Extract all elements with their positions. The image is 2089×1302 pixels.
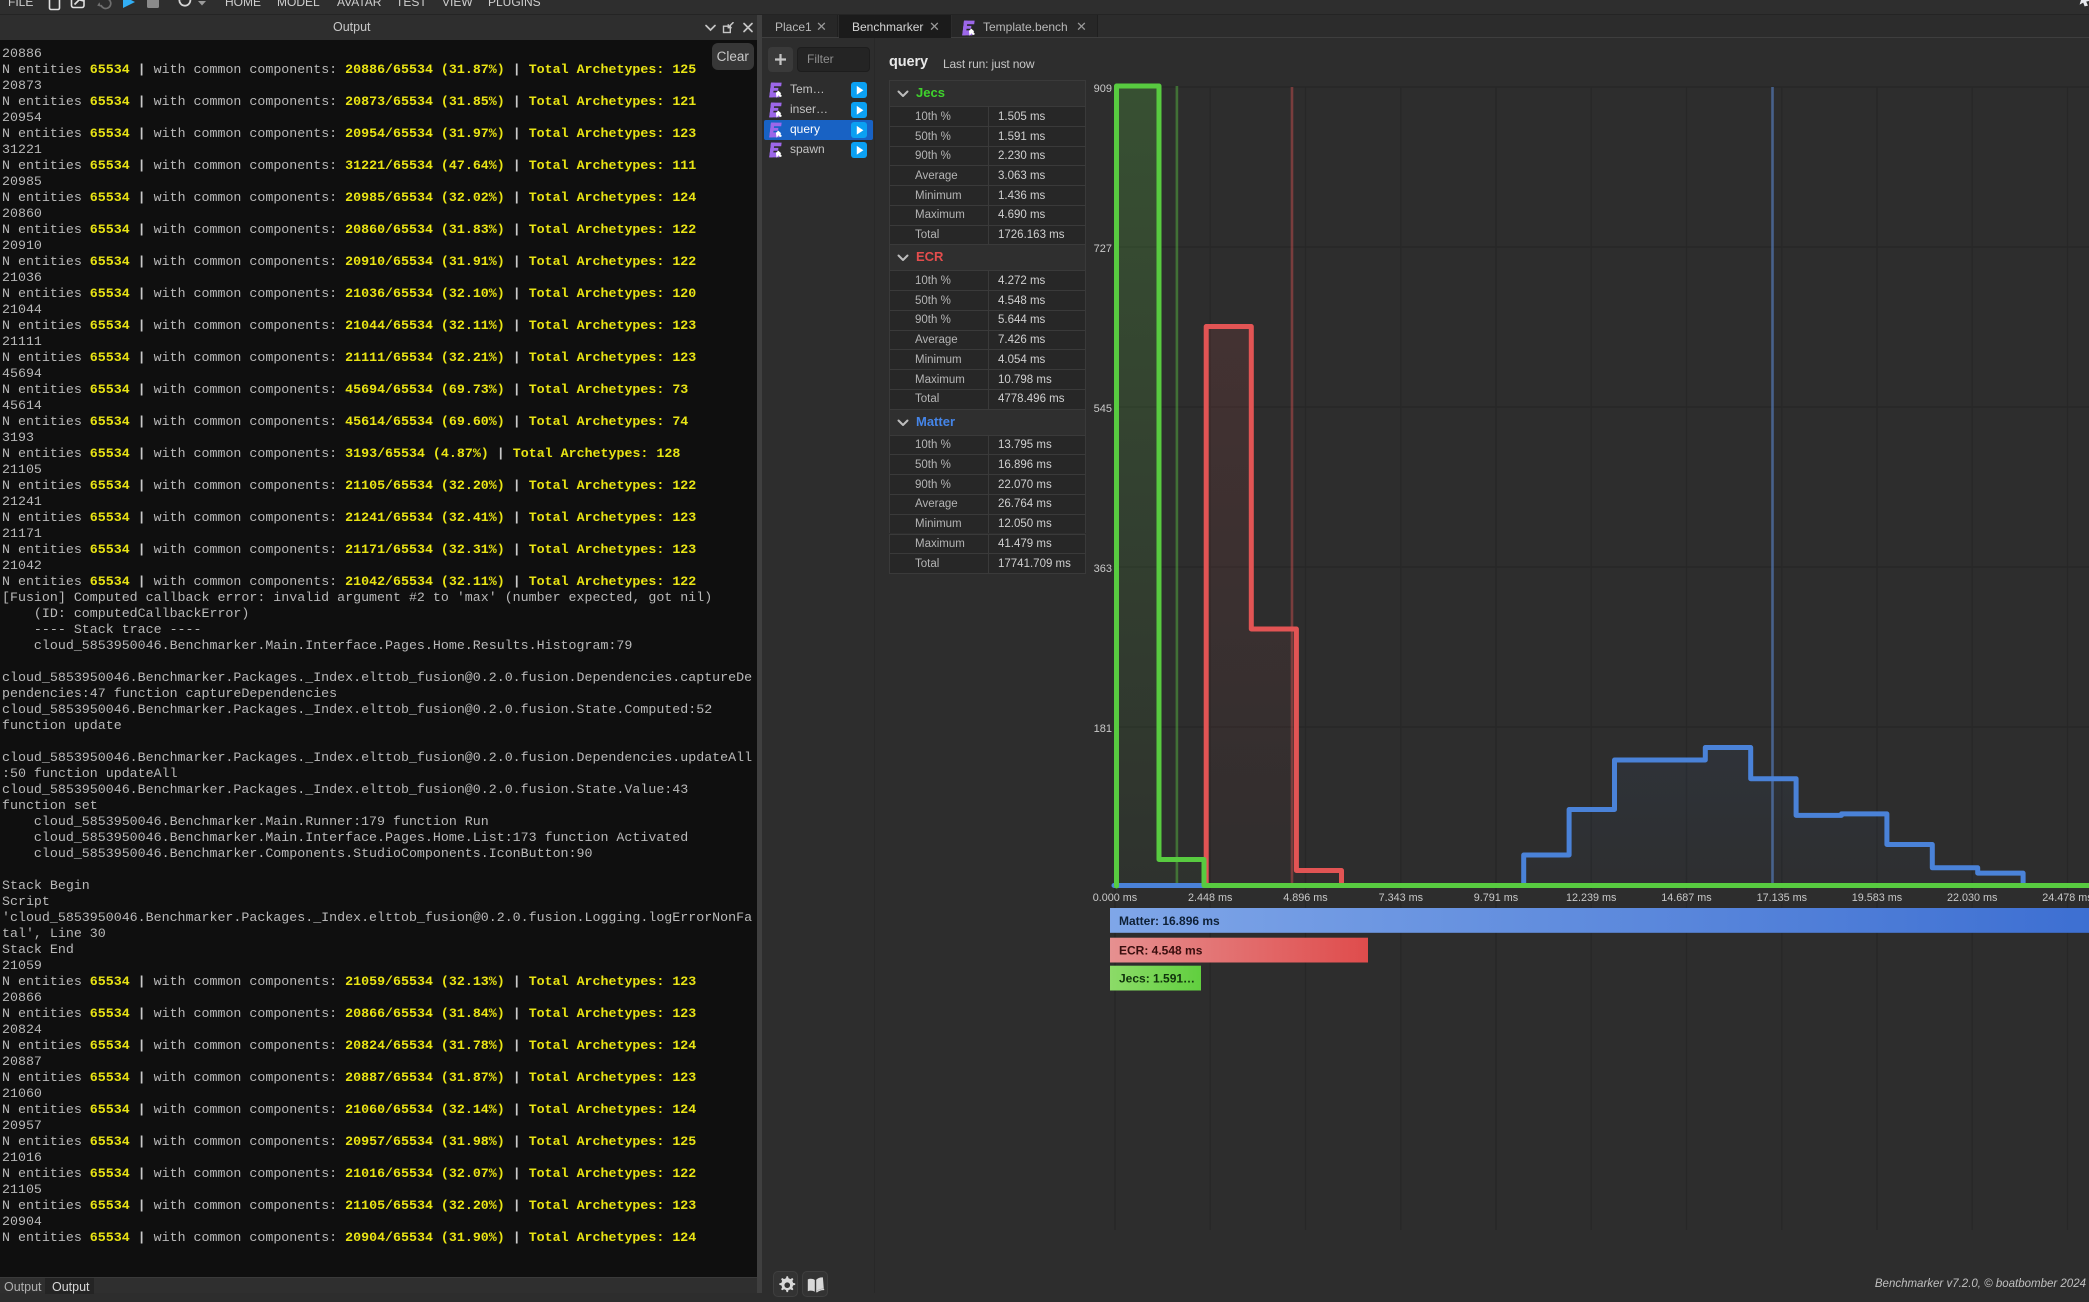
- svg-text:ECR: 4.548 ms: ECR: 4.548 ms: [1119, 944, 1203, 958]
- svg-text:363: 363: [1094, 563, 1112, 575]
- svg-text:0.000 ms: 0.000 ms: [1093, 892, 1138, 904]
- svg-text:14.687 ms: 14.687 ms: [1661, 892, 1712, 904]
- svg-text:Jecs: 1.591…: Jecs: 1.591…: [1119, 972, 1195, 986]
- svg-text:19.583 ms: 19.583 ms: [1852, 892, 1903, 904]
- svg-text:4.896 ms: 4.896 ms: [1283, 892, 1328, 904]
- svg-text:17.135 ms: 17.135 ms: [1757, 892, 1808, 904]
- svg-text:909: 909: [1094, 83, 1112, 95]
- svg-text:545: 545: [1094, 403, 1112, 415]
- svg-text:727: 727: [1094, 243, 1112, 255]
- svg-text:22.030 ms: 22.030 ms: [1947, 892, 1998, 904]
- svg-text:Matter: 16.896 ms: Matter: 16.896 ms: [1119, 914, 1220, 928]
- svg-text:12.239 ms: 12.239 ms: [1566, 892, 1617, 904]
- svg-text:24.478 ms: 24.478 ms: [2042, 892, 2089, 904]
- svg-text:2.448 ms: 2.448 ms: [1188, 892, 1233, 904]
- svg-text:9.791 ms: 9.791 ms: [1474, 892, 1519, 904]
- svg-text:7.343 ms: 7.343 ms: [1379, 892, 1424, 904]
- svg-text:181: 181: [1094, 723, 1112, 735]
